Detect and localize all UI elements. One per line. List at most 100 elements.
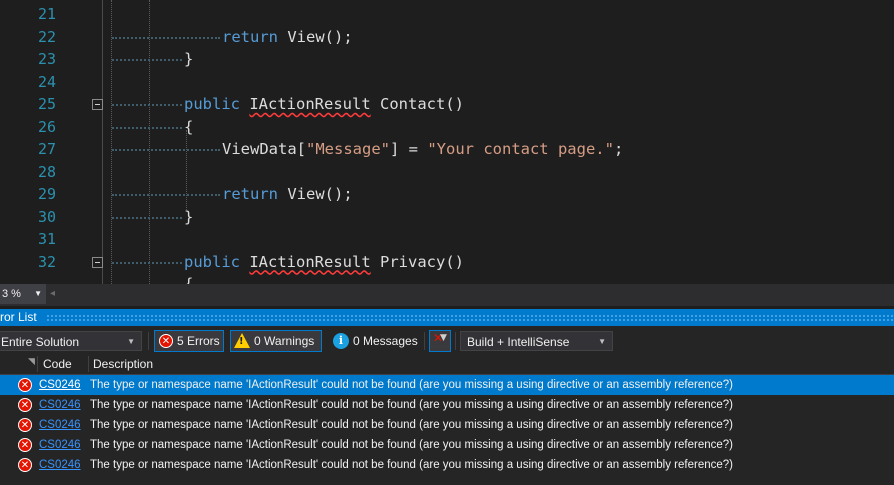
- error-code-link[interactable]: CS0246: [39, 435, 81, 455]
- error-row[interactable]: ✕ CS0246 The type or namespace name 'IAc…: [0, 435, 894, 455]
- error-code-link[interactable]: CS0246: [39, 375, 81, 395]
- zoom-dropdown[interactable]: 3 % ▼: [0, 284, 46, 304]
- line-number: 24: [37, 72, 56, 91]
- line-number: 29: [37, 185, 56, 203]
- error-icon: ✕: [18, 458, 32, 472]
- sort-indicator-icon[interactable]: ◥: [28, 351, 35, 371]
- scope-value: Entire Solution: [1, 335, 80, 349]
- code-text: return View();: [222, 27, 353, 46]
- error-row[interactable]: ✕ CS0246 The type or namespace name 'IAc…: [0, 375, 894, 395]
- code-line: 29 return View();: [0, 183, 894, 206]
- code-text: {: [184, 275, 194, 284]
- code-line: 25 public IActionResult Contact(): [0, 93, 894, 116]
- error-list-header: ◥ Code Description: [0, 354, 894, 375]
- code-text: ViewData["Message"] = "Your contact page…: [222, 140, 624, 158]
- toolbar-separator: [455, 332, 456, 350]
- messages-filter-button[interactable]: i 0 Messages: [328, 330, 420, 352]
- messages-count-label: 0 Messages: [353, 334, 418, 348]
- error-description: The type or namespace name 'IActionResul…: [90, 459, 733, 471]
- error-code-link[interactable]: CS0246: [39, 395, 81, 415]
- line-number: 31: [37, 230, 56, 248]
- code-text: {: [184, 117, 194, 136]
- chevron-down-icon: ▼: [598, 337, 606, 346]
- code-text: }: [184, 50, 194, 68]
- filter-button[interactable]: ✕ ▼: [429, 330, 451, 352]
- code-line: 26 {: [0, 116, 894, 139]
- error-description: The type or namespace name 'IActionResul…: [90, 419, 733, 431]
- error-code-link[interactable]: CS0246: [39, 415, 81, 435]
- error-squiggle: IActionResult: [249, 95, 371, 113]
- build-source-value: Build + IntelliSense: [467, 335, 570, 349]
- chevron-down-icon: ▼: [34, 289, 42, 298]
- code-line: 31: [0, 228, 894, 251]
- whitespace-dots: [112, 36, 220, 39]
- code-text: return View();: [222, 185, 353, 203]
- code-line: 22 return View();: [0, 26, 894, 49]
- error-icon: ✕: [18, 418, 32, 432]
- code-text: public IActionResult Contact(): [184, 95, 464, 113]
- warnings-filter-button[interactable]: ! 0 Warnings: [230, 330, 322, 352]
- line-number: 27: [37, 140, 56, 158]
- code-text: }: [184, 207, 194, 226]
- error-icon: ✕: [159, 334, 173, 348]
- line-number: 23: [37, 50, 56, 68]
- line-number: 25: [37, 95, 56, 113]
- code-line: 23 }: [0, 48, 894, 71]
- column-header-description[interactable]: Description: [93, 354, 153, 374]
- error-list-title-bar[interactable]: ror List: [0, 309, 894, 326]
- code-text: public IActionResult Privacy(): [184, 252, 464, 271]
- warnings-count-label: 0 Warnings: [254, 334, 315, 348]
- error-list-toolbar: Entire Solution ▼ ✕ 5 Errors ! 0 Warning…: [0, 326, 894, 354]
- error-code-link[interactable]: CS0246: [39, 455, 81, 475]
- funnel-icon: ▼: [440, 333, 447, 343]
- collapse-toggle-icon[interactable]: [92, 99, 103, 110]
- error-icon: ✕: [18, 378, 32, 392]
- toolbar-separator: [148, 332, 149, 350]
- error-icon: ✕: [18, 398, 32, 412]
- code-line: 24: [0, 71, 894, 94]
- chevron-down-icon: ▼: [127, 337, 135, 346]
- code-line: 28: [0, 161, 894, 184]
- build-source-dropdown[interactable]: Build + IntelliSense ▼: [460, 331, 613, 351]
- panel-title: ror List: [0, 310, 37, 324]
- whitespace-dots: [112, 104, 182, 106]
- column-separator[interactable]: [88, 356, 89, 372]
- line-number: 26: [37, 117, 56, 136]
- error-description: The type or namespace name 'IActionResul…: [90, 399, 733, 411]
- info-icon: i: [333, 333, 349, 349]
- code-line: 32 public IActionResult Privacy(): [0, 251, 894, 274]
- column-separator[interactable]: [37, 356, 38, 372]
- toolbar-separator: [424, 332, 425, 350]
- errors-count-label: 5 Errors: [177, 334, 220, 348]
- scope-dropdown[interactable]: Entire Solution ▼: [0, 331, 142, 351]
- errors-filter-button[interactable]: ✕ 5 Errors: [154, 330, 224, 352]
- line-number: 21: [37, 5, 56, 23]
- whitespace-dots: [112, 149, 220, 151]
- line-number: 32: [37, 252, 56, 271]
- column-header-code[interactable]: Code: [43, 354, 72, 374]
- whitespace-dots: [112, 59, 182, 61]
- whitespace-dots: [112, 126, 182, 129]
- scroll-left-icon[interactable]: ◂: [50, 288, 55, 299]
- whitespace-dots: [112, 216, 182, 219]
- code-line: 27 ViewData["Message"] = "Your contact p…: [0, 138, 894, 161]
- code-editor[interactable]: 21 22 return View(); 23 } 24 25 public I…: [0, 0, 894, 284]
- line-number: 22: [37, 27, 56, 46]
- code-line: 21: [0, 3, 894, 26]
- code-line: {: [0, 273, 894, 284]
- error-icon: ✕: [18, 438, 32, 452]
- whitespace-dots: [112, 261, 182, 264]
- error-row[interactable]: ✕ CS0246 The type or namespace name 'IAc…: [0, 415, 894, 435]
- zoom-level: 3 %: [2, 288, 21, 300]
- error-row[interactable]: ✕ CS0246 The type or namespace name 'IAc…: [0, 395, 894, 415]
- warning-icon: !: [234, 333, 250, 348]
- error-description: The type or namespace name 'IActionResul…: [90, 379, 733, 391]
- error-row[interactable]: ✕ CS0246 The type or namespace name 'IAc…: [0, 455, 894, 475]
- code-line: 30 }: [0, 206, 894, 229]
- whitespace-dots: [112, 194, 220, 196]
- error-squiggle: IActionResult: [249, 252, 371, 271]
- collapse-toggle-icon[interactable]: [92, 256, 103, 268]
- line-number: 28: [37, 162, 56, 181]
- editor-status-strip: 3 % ▼ ◂: [0, 284, 894, 306]
- title-grip: [46, 314, 894, 321]
